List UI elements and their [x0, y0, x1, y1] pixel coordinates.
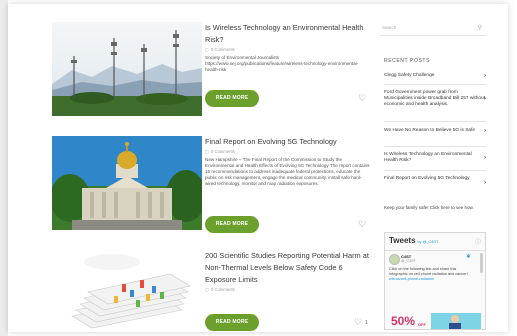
post-excerpt: Society of Environmental Journalists htt…: [205, 55, 359, 73]
heart-icon[interactable]: ♡: [354, 318, 362, 327]
post-card: Final Report on Evolving 5G Technology ▢…: [52, 136, 370, 236]
tweets-by-link[interactable]: by @_C4ST: [418, 240, 439, 244]
chevron-right-icon: ›: [484, 73, 486, 79]
post-comments[interactable]: ▢ 0 Comments: [205, 287, 370, 292]
post-thumbnail[interactable]: [52, 136, 202, 230]
chevron-right-icon: ›: [484, 180, 486, 186]
comments-count: 0 Comments: [210, 47, 235, 52]
tweet-ad-image[interactable]: 50% OFF: [391, 313, 481, 329]
search-placeholder: Search: [382, 25, 397, 30]
comment-icon: ▢: [205, 149, 209, 154]
comment-icon: ▢: [205, 47, 209, 52]
recent-post-label: We Have No Reason to Believe 5G is Safe: [384, 128, 476, 133]
tweet-link[interactable]: wifi.ca/cell-phone-radiation: [389, 277, 434, 281]
divider: [384, 170, 486, 171]
read-more-button[interactable]: READ MORE: [205, 90, 259, 107]
recent-post-label: Clegg Safety Challenge: [384, 73, 435, 78]
read-more-button[interactable]: READ MORE: [205, 216, 259, 233]
tweet-text: Click on the following link and share th…: [389, 267, 473, 282]
post-thumbnail[interactable]: [52, 250, 202, 330]
avatar[interactable]: [389, 254, 400, 265]
post-title[interactable]: Final Report on Evolving 5G Technology: [205, 136, 370, 148]
divider: [384, 146, 486, 147]
recent-post-link[interactable]: Final Report on Evolving 5G Technology ›: [384, 176, 486, 186]
comments-count: 0 Comments: [210, 149, 235, 154]
recent-post-link[interactable]: We Have No Reason to Believe 5G is Safe ›: [384, 128, 486, 134]
chevron-right-icon: ›: [484, 155, 486, 161]
heart-icon[interactable]: ♡: [358, 220, 366, 229]
post-comments[interactable]: ▢ 0 Comments: [205, 47, 370, 52]
divider: [384, 84, 486, 85]
chevron-right-icon: ›: [484, 96, 486, 102]
heart-icon[interactable]: ♡: [358, 94, 366, 103]
recent-post-label: Ford Government power grab from Municipa…: [384, 90, 486, 108]
ad-off-label: OFF: [418, 322, 426, 327]
comments-count: 0 Comments: [210, 287, 235, 292]
read-more-button[interactable]: READ MORE: [205, 314, 259, 331]
recent-post-link[interactable]: Is Wireless Technology an Environmental …: [384, 152, 486, 164]
recent-post-link[interactable]: Ford Government power grab from Municipa…: [384, 90, 486, 109]
recent-post-link[interactable]: Clegg Safety Challenge ›: [384, 73, 486, 79]
twitter-bird-icon[interactable]: ❦: [466, 253, 471, 260]
post-card: 200 Scientific Studies Reporting Potenti…: [52, 250, 370, 336]
comment-icon: ▢: [205, 287, 209, 292]
post-excerpt: New Hampshire – The Final Report of the …: [205, 157, 370, 187]
tweet-body: Click on the following link and share th…: [389, 267, 468, 276]
post-thumbnail[interactable]: [52, 22, 202, 116]
tweet-handle[interactable]: @_C4ST: [401, 259, 416, 263]
ad-percent: 50%: [391, 314, 416, 328]
divider: [384, 121, 486, 122]
twitter-widget: Tweets by @_C4ST ⓘ C4ST @_C4ST ❦ Click on…: [384, 232, 486, 330]
divider: [385, 250, 485, 251]
tweets-title: Tweets: [389, 236, 416, 245]
post-title[interactable]: Is Wireless Technology an Environmental …: [205, 22, 370, 46]
sidebar: Search ⚲ RECENT POSTS Clegg Safety Chall…: [380, 0, 498, 336]
recent-post-label: Final Report on Evolving 5G Technology: [384, 176, 470, 181]
post-title[interactable]: 200 Scientific Studies Reporting Potenti…: [205, 250, 370, 286]
search-icon[interactable]: ⚲: [478, 21, 482, 35]
family-safety-link[interactable]: Keep your family safe! Click here to see…: [384, 205, 486, 211]
post-card: Is Wireless Technology an Environmental …: [52, 22, 370, 122]
like-count: 1: [365, 320, 368, 326]
recent-posts-heading: RECENT POSTS: [384, 58, 431, 64]
post-comments[interactable]: ▢ 0 Comments: [205, 149, 370, 154]
page-left-edge: [0, 0, 8, 336]
recent-post-label: Is Wireless Technology an Environmental …: [384, 152, 472, 164]
tweets-heading: Tweets by @_C4ST: [389, 236, 438, 245]
search-input[interactable]: Search ⚲: [380, 21, 486, 36]
widget-scrollbar[interactable]: [480, 253, 483, 273]
chevron-right-icon: ›: [484, 128, 486, 134]
info-icon[interactable]: ⓘ: [475, 237, 481, 246]
